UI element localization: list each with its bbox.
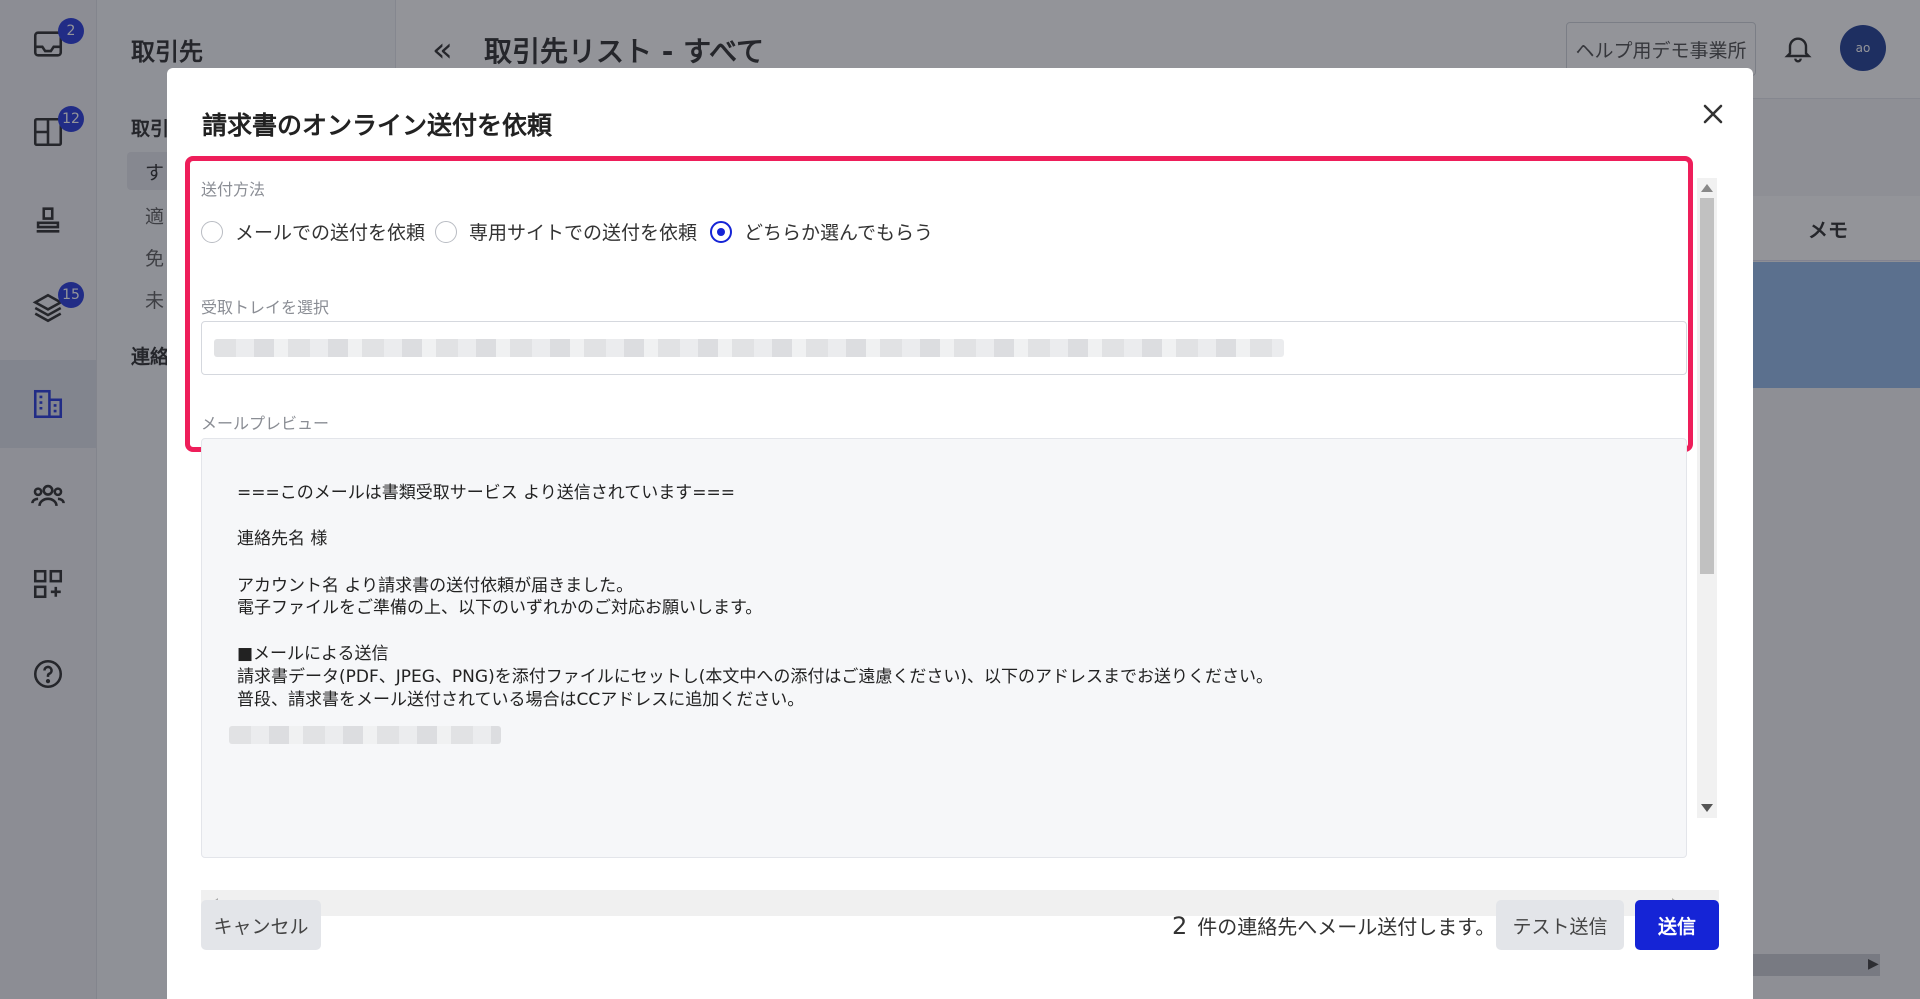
close-icon [1703, 104, 1723, 124]
preview-line: 請求書データ(PDF、JPEG、PNG)を添付ファイルにセットし(本文中への添付… [237, 667, 1273, 687]
radio-circle [435, 220, 457, 243]
redacted-email-address [229, 726, 501, 744]
radio-circle [710, 220, 732, 243]
preview-label: メールプレビュー [201, 414, 330, 433]
preview-line: ===このメールは書類受取サービス より送信されています=== [237, 483, 736, 503]
preview-line: 連絡先名 様 [237, 529, 328, 549]
preview-line: 電子ファイルをご準備の上、以下のいずれかのご対応お願いします。 [237, 598, 763, 618]
radio-email[interactable]: メールでの送付を依頼 [201, 218, 425, 245]
modal-title: 請求書のオンライン送付を依頼 [202, 111, 553, 140]
send-button[interactable]: 送信 [1635, 900, 1719, 950]
radio-either-label: どちらか選んでもらう [744, 222, 934, 244]
highlight-frame [185, 156, 1693, 452]
modal-vertical-scrollbar[interactable] [1697, 178, 1717, 818]
recipient-summary: 2 件の連絡先へメール送付します。 [1172, 911, 1495, 940]
preview-line: ■メールによる送信 [237, 644, 389, 664]
radio-either[interactable]: どちらか選んでもらう [710, 218, 933, 245]
scrollbar-thumb[interactable] [1700, 198, 1714, 574]
recipient-count: 2 [1172, 912, 1188, 940]
scroll-up-icon[interactable] [1701, 184, 1713, 192]
redacted-tray-value [214, 339, 1284, 357]
radio-site-label: 専用サイトでの送付を依頼 [469, 222, 698, 244]
cancel-button[interactable]: キャンセル [201, 900, 321, 950]
preview-line: 普段、請求書をメール送付されている場合はCCアドレスに追加ください。 [237, 690, 805, 710]
tray-label: 受取トレイを選択 [201, 298, 330, 317]
email-preview: ===このメールは書類受取サービス より送信されています=== 連絡先名 様 ア… [201, 438, 1687, 858]
send-method-label: 送付方法 [201, 180, 266, 199]
tray-select[interactable] [201, 321, 1687, 375]
radio-email-label: メールでの送付を依頼 [235, 222, 426, 244]
send-request-modal: 請求書のオンライン送付を依頼 送付方法 メールでの送付を依頼 専用サイトでの送付… [167, 68, 1753, 999]
scroll-down-icon[interactable] [1701, 804, 1713, 812]
radio-site[interactable]: 専用サイトでの送付を依頼 [435, 218, 697, 245]
test-send-button[interactable]: テスト送信 [1496, 900, 1624, 950]
close-button[interactable] [1695, 96, 1731, 132]
recipient-text: 件の連絡先へメール送付します。 [1197, 915, 1496, 939]
radio-circle [201, 220, 223, 243]
